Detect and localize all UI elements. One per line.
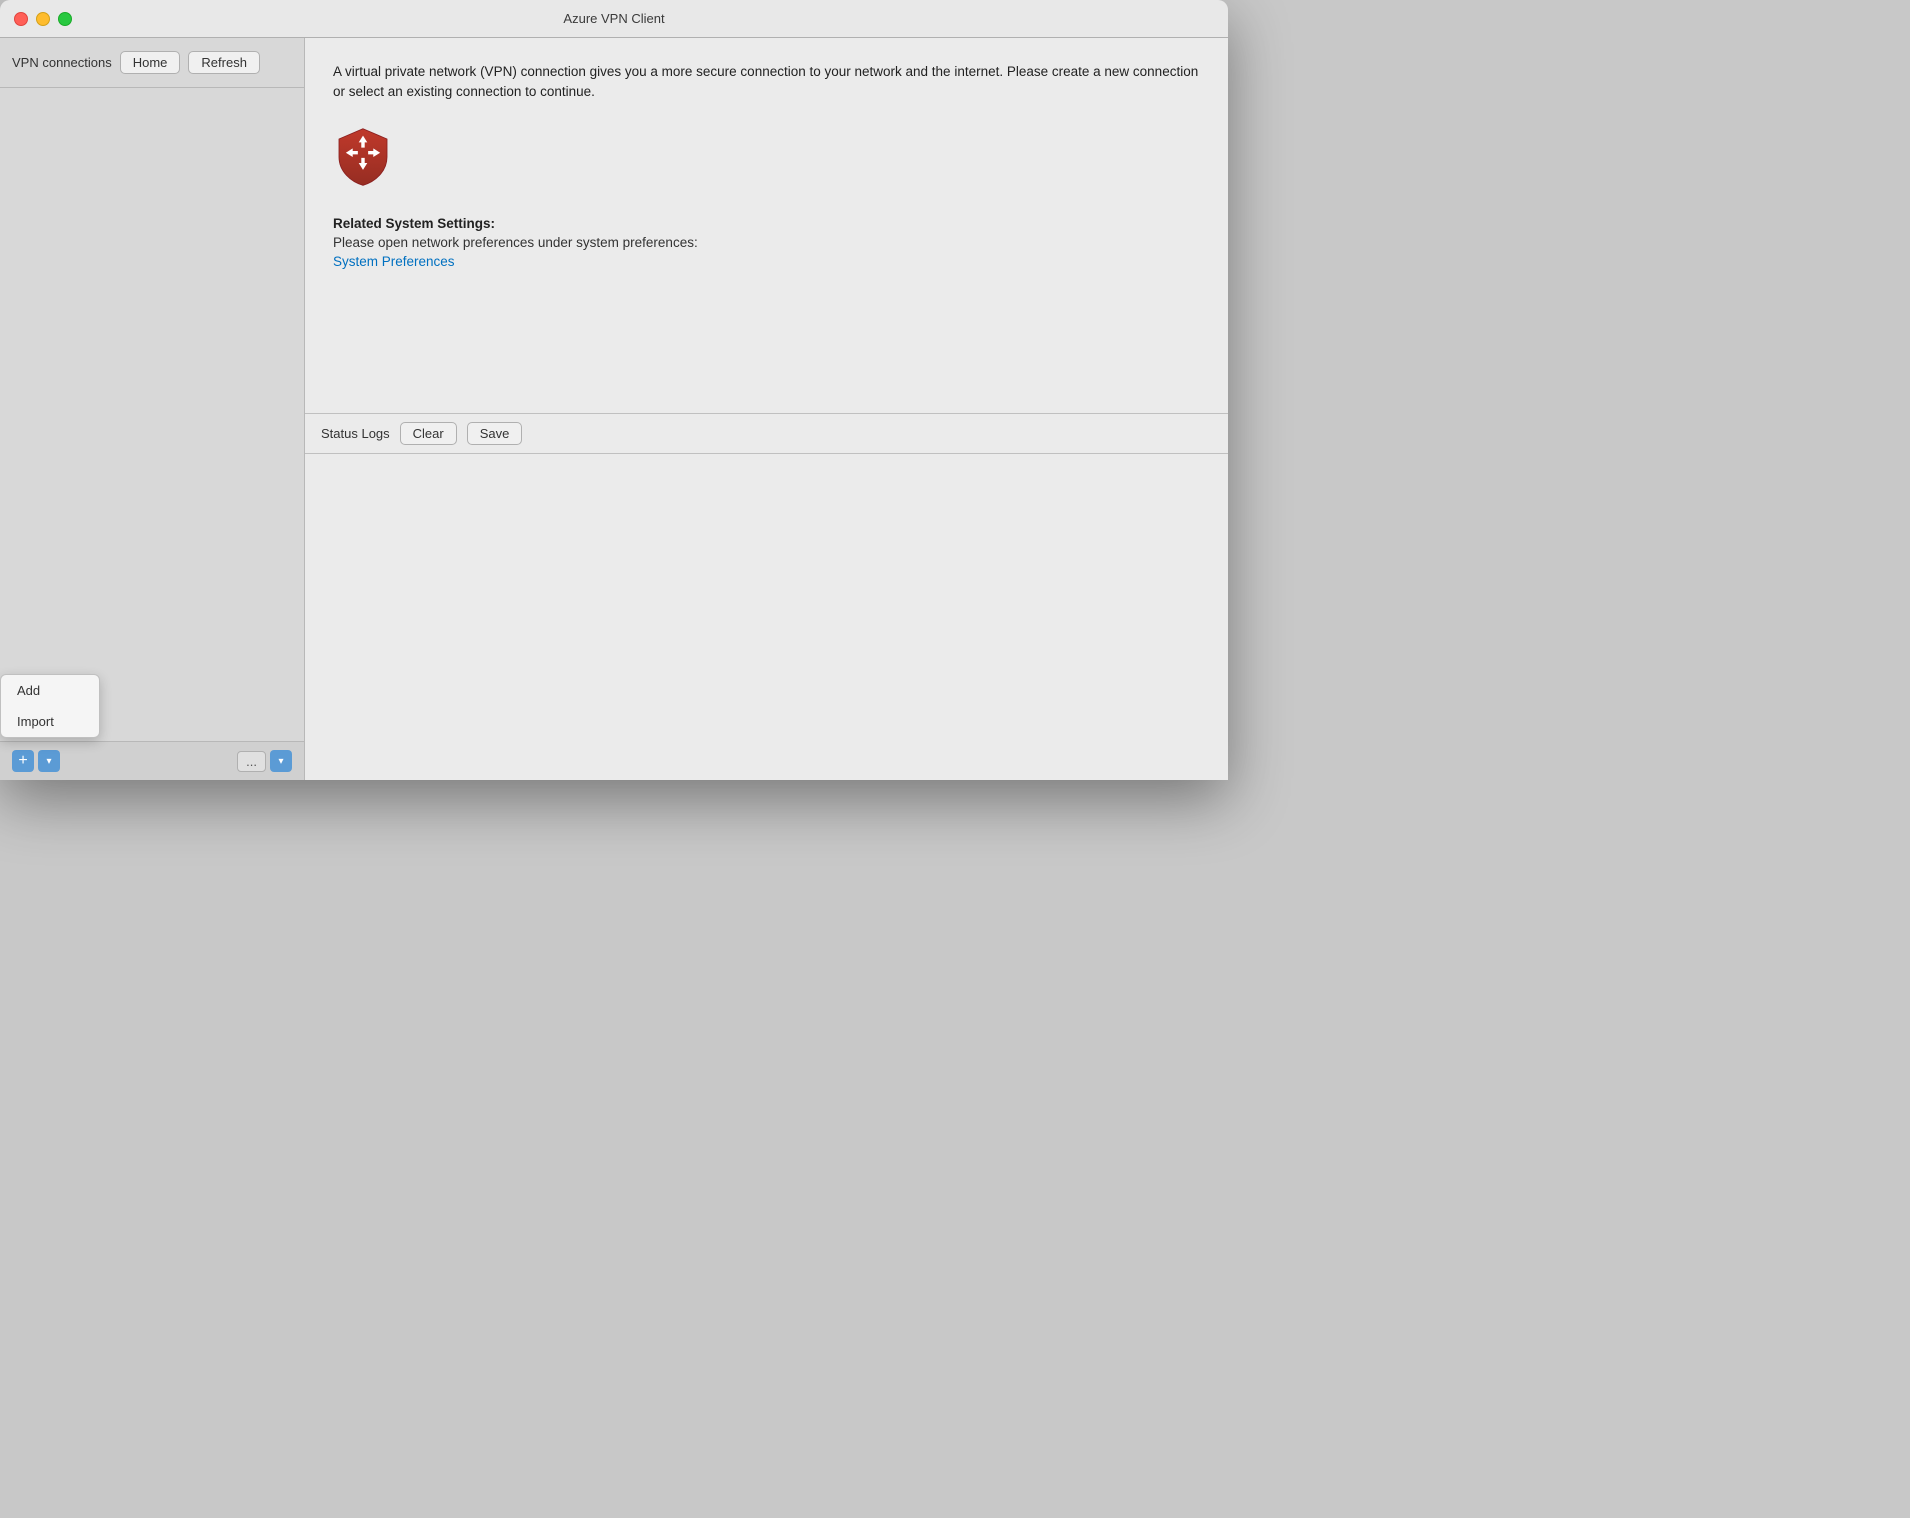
sidebar-header: VPN connections Home Refresh bbox=[0, 38, 304, 88]
refresh-button[interactable]: Refresh bbox=[188, 51, 260, 74]
title-bar: Azure VPN Client bbox=[0, 0, 1228, 38]
app-body: VPN connections Home Refresh + ▾ Add Imp… bbox=[0, 38, 1228, 780]
home-button[interactable]: Home bbox=[120, 51, 181, 74]
minimize-button[interactable] bbox=[36, 12, 50, 26]
sidebar-title: VPN connections bbox=[12, 55, 112, 70]
dropdown-import-item[interactable]: Import bbox=[1, 706, 99, 737]
sidebar: VPN connections Home Refresh + ▾ Add Imp… bbox=[0, 38, 305, 780]
traffic-lights bbox=[0, 12, 72, 26]
sidebar-footer-left: + ▾ Add Import bbox=[12, 750, 60, 772]
clear-button[interactable]: Clear bbox=[400, 422, 457, 445]
vpn-shield-icon bbox=[333, 127, 393, 187]
save-button[interactable]: Save bbox=[467, 422, 523, 445]
sidebar-connection-list bbox=[0, 88, 304, 741]
add-connection-button[interactable]: + bbox=[12, 750, 34, 772]
more-options-button[interactable]: ... bbox=[237, 751, 266, 772]
close-button[interactable] bbox=[14, 12, 28, 26]
logs-area bbox=[305, 454, 1228, 781]
vpn-description: A virtual private network (VPN) connecti… bbox=[333, 62, 1200, 103]
maximize-button[interactable] bbox=[58, 12, 72, 26]
status-logs-bar: Status Logs Clear Save bbox=[305, 414, 1228, 454]
related-settings-desc: Please open network preferences under sy… bbox=[333, 235, 1200, 250]
window-title: Azure VPN Client bbox=[563, 11, 664, 26]
status-logs-label: Status Logs bbox=[321, 426, 390, 441]
sidebar-footer: + ▾ Add Import ... ▾ bbox=[0, 741, 304, 780]
dropdown-add-item[interactable]: Add bbox=[1, 675, 99, 706]
related-settings: Related System Settings: Please open net… bbox=[333, 216, 1200, 269]
shield-icon-container bbox=[333, 127, 1200, 192]
more-options-chevron[interactable]: ▾ bbox=[270, 750, 292, 772]
main-content: A virtual private network (VPN) connecti… bbox=[305, 38, 1228, 414]
system-preferences-link[interactable]: System Preferences bbox=[333, 254, 455, 269]
main-panel: A virtual private network (VPN) connecti… bbox=[305, 38, 1228, 780]
sidebar-footer-right: ... ▾ bbox=[237, 750, 292, 772]
add-dropdown-chevron[interactable]: ▾ bbox=[38, 750, 60, 772]
related-settings-title: Related System Settings: bbox=[333, 216, 1200, 231]
add-dropdown-menu: Add Import bbox=[0, 674, 100, 738]
